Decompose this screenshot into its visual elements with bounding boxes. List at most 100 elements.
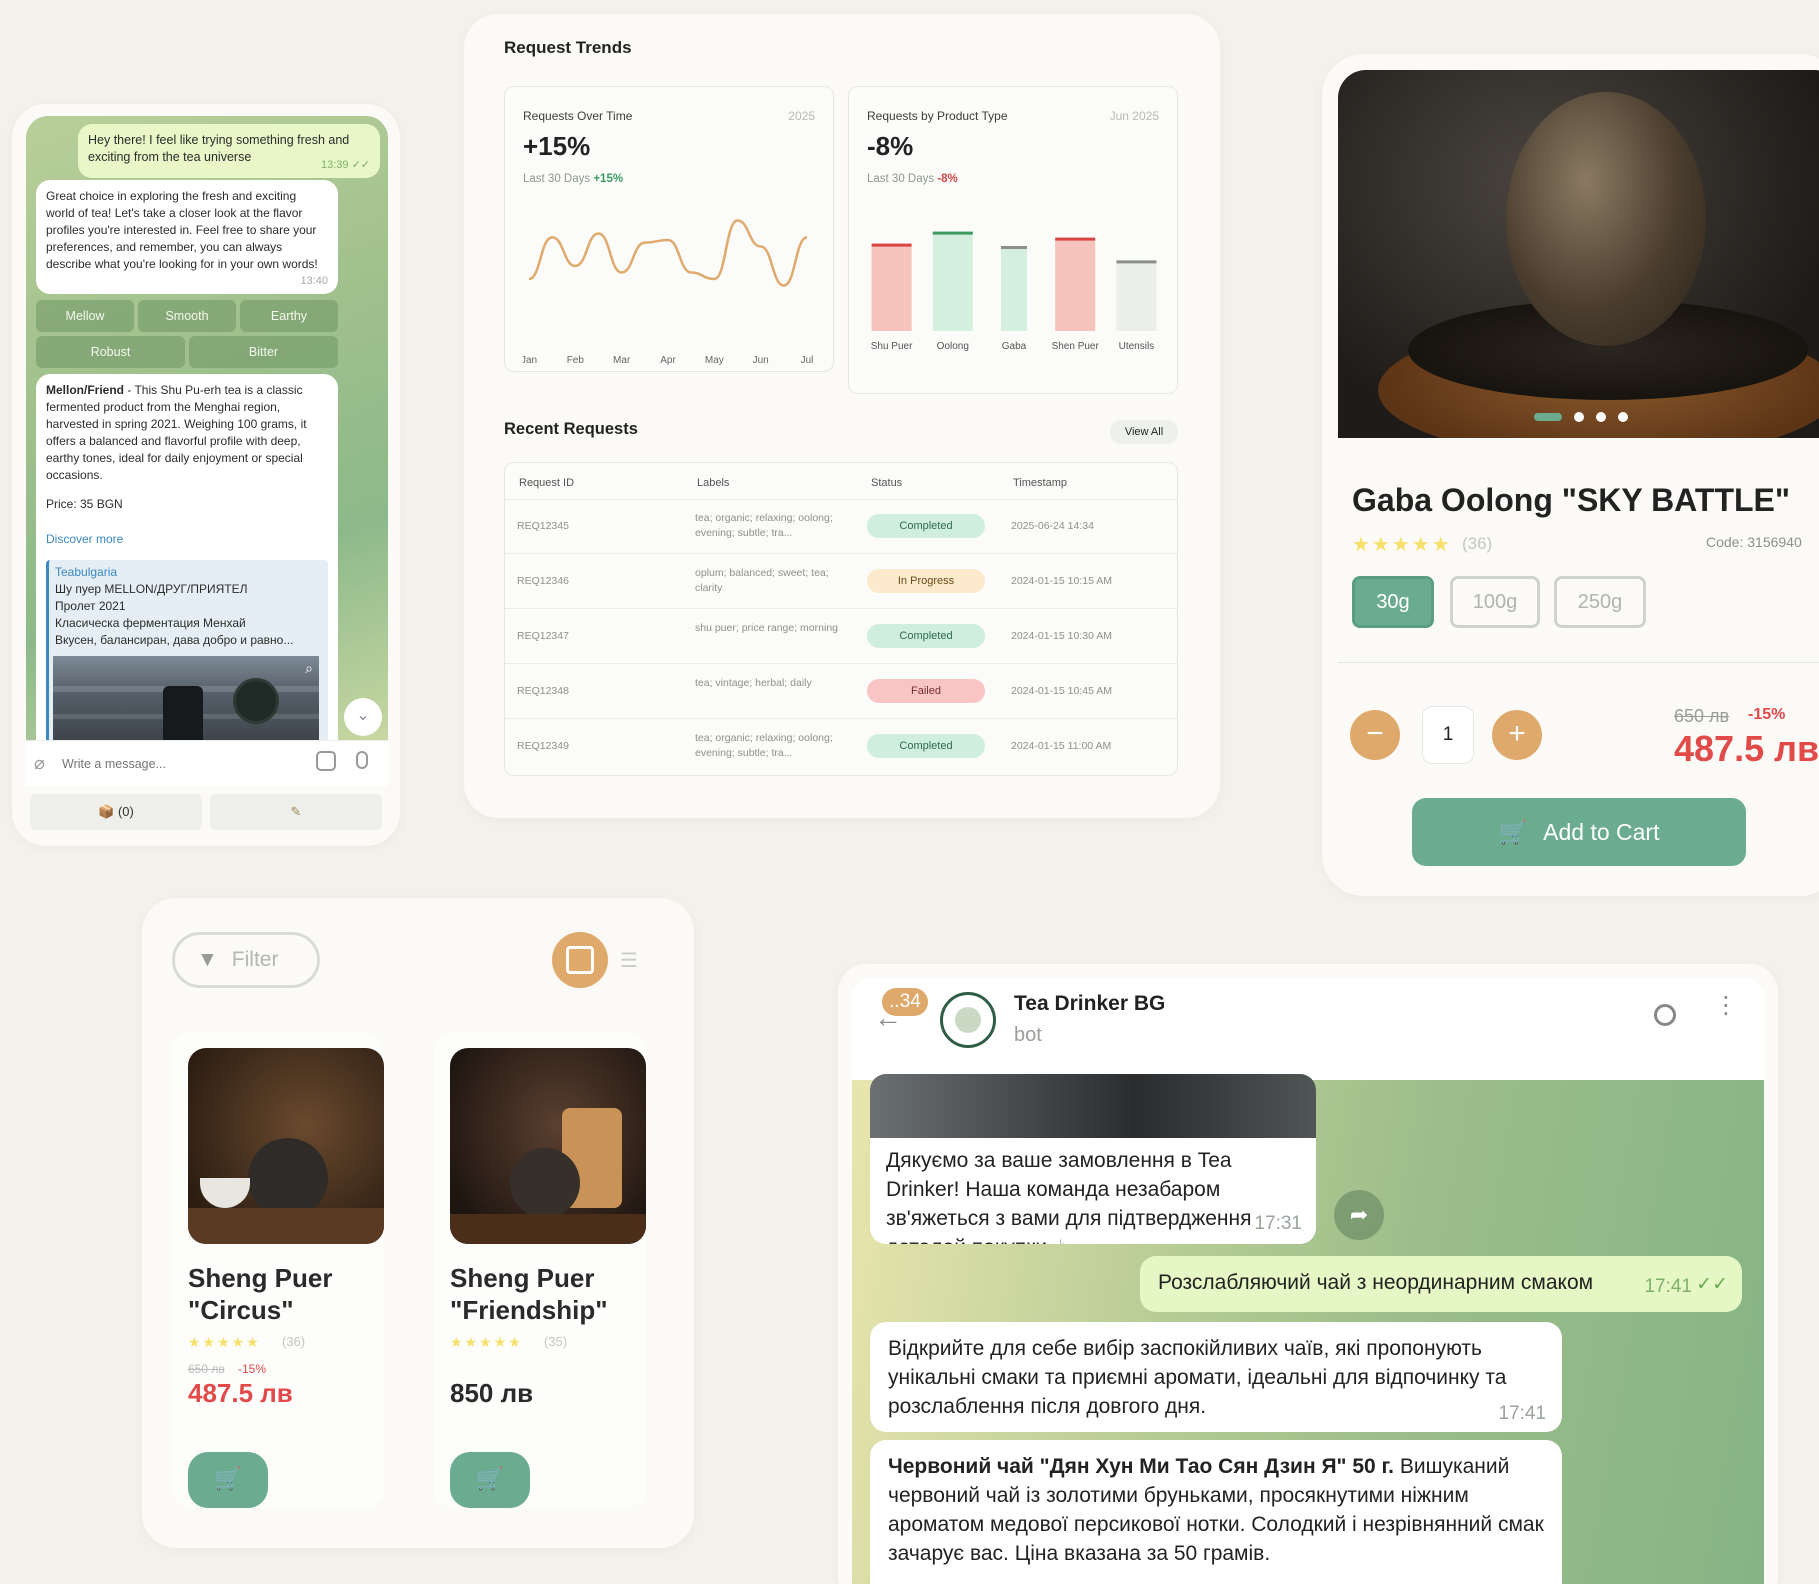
status-badge: Failed (867, 679, 985, 703)
table-row[interactable]: REQ12348 tea; vintage; herbal; daily Faile… (505, 664, 1177, 719)
x-tick-label: Shen Puer (1052, 341, 1100, 352)
bar (871, 244, 912, 331)
add-to-cart-button[interactable]: 🛒 Add to Cart (1412, 798, 1746, 866)
weight-option-100g[interactable]: 100g (1450, 576, 1540, 628)
add-to-cart-label: Add to Cart (1543, 819, 1660, 845)
table-row[interactable]: REQ12347 shu puer; price range; morning Co… (505, 609, 1177, 664)
forward-button[interactable]: ➦ (1334, 1190, 1384, 1240)
tea-chat-phone: Hey there! I feel like trying something … (12, 104, 400, 846)
keyboard-button-earthy[interactable]: Earthy (240, 300, 338, 332)
weight-option-30g[interactable]: 30g (1352, 576, 1434, 628)
keyboard-button-bitter[interactable]: Bitter (189, 336, 338, 368)
more-button[interactable]: ⋮ (1714, 994, 1738, 1018)
product-price: 850 лв (450, 1378, 534, 1408)
table-row[interactable]: REQ12346 oplum; balanced; sweet; tea; cla… (505, 554, 1177, 609)
zoom-icon[interactable]: ⌕ (305, 660, 313, 677)
sticker-icon[interactable] (316, 751, 336, 771)
status-badge: Completed (867, 734, 985, 758)
request-timestamp: 2024-01-15 11:00 AM (1011, 740, 1112, 752)
minus-icon: − (1366, 717, 1384, 750)
bot-message: Great choice in exploring the fresh and … (36, 180, 338, 294)
bar (1116, 261, 1157, 331)
product-price: 487.5 лв (188, 1378, 293, 1408)
request-id: REQ12348 (517, 685, 569, 697)
scroll-down-button[interactable]: ⌄ (344, 698, 382, 736)
recent-requests-title: Recent Requests (504, 420, 638, 438)
search-button[interactable] (1654, 1004, 1676, 1026)
grid-icon (566, 946, 594, 974)
chat-background: Hey there! I feel like trying something … (26, 116, 388, 740)
product-image (188, 1048, 384, 1244)
x-tick-label: Jun (753, 355, 769, 366)
add-to-cart-button[interactable]: 🛒 (188, 1452, 268, 1508)
view-all-button[interactable]: View All (1110, 420, 1178, 444)
card-title: Requests Over Time (523, 109, 633, 123)
discover-more-link[interactable]: Discover more (46, 531, 328, 548)
x-tick-label: Jul (801, 355, 814, 366)
message-time: 13:39 ✓✓ (320, 159, 370, 171)
quantity-field[interactable]: 1 (1422, 706, 1474, 764)
product-description: Mellon/Friend - This Shu Pu-erh tea is a… (46, 382, 328, 484)
card-subtitle: Last 30 Days +15% (523, 173, 624, 185)
x-tick-label: Jan (523, 355, 537, 366)
card-big-value: +15% (523, 131, 591, 161)
bar-cap (932, 231, 973, 235)
request-timestamp: 2024-01-15 10:15 AM (1011, 575, 1112, 587)
keyboard-button-robust[interactable]: Robust (36, 336, 185, 368)
grid-view-button[interactable] (552, 932, 608, 988)
link-preview[interactable]: Teabulgaria Шу пуер MELLON/ДРУГ/ПРИЯТЕЛ … (46, 560, 328, 740)
microphone-icon[interactable] (356, 751, 368, 769)
bar-cap (871, 243, 912, 247)
product-image (1338, 70, 1819, 438)
list-icon: ☰ (620, 950, 638, 972)
filter-button[interactable]: ▼ Filter (172, 932, 320, 988)
x-tick-label: Utensils (1119, 341, 1155, 352)
increase-quantity-button[interactable]: + (1492, 710, 1542, 760)
discount-badge: -15% (1748, 706, 1786, 723)
plus-icon: + (1508, 717, 1526, 750)
attach-icon[interactable]: ⌀ (34, 753, 45, 774)
weight-option-250g[interactable]: 250g (1554, 576, 1646, 628)
preview-line: Класическа ферментация Менхай (55, 616, 246, 630)
keyboard-button-mellow[interactable]: Mellow (36, 300, 134, 332)
product-message: Mellon/Friend - This Shu Pu-erh tea is a… (36, 374, 338, 740)
rating-stars: ★★★★★ (450, 1334, 523, 1350)
kebab-menu-icon: ⋮ (1714, 992, 1738, 1019)
edit-menu-button[interactable]: ✎ (210, 794, 382, 830)
product-image (450, 1048, 646, 1244)
bar-chart: Shu Puer Oolong Gaba Shen Puer Utensils (871, 231, 1157, 352)
product-card[interactable]: Sheng Puer "Friendship" ★★★★★ (35) 850 лв… (434, 1032, 646, 1508)
cart-icon: 🛒 (214, 1466, 242, 1491)
table-row[interactable]: REQ12349 tea; organic; relaxing; oolong; … (505, 719, 1177, 774)
divider (1338, 662, 1819, 663)
status-badge: In Progress (867, 569, 985, 593)
requests-table: Request ID Labels Status Timestamp REQ12… (504, 462, 1178, 776)
card-period: Jun 2025 (1109, 109, 1159, 123)
list-view-button[interactable]: ☰ (620, 948, 638, 973)
bar (1055, 238, 1096, 331)
cart-menu-button[interactable]: 📦 (0) (30, 794, 202, 830)
bot-avatar[interactable] (940, 992, 996, 1048)
column-header: Request ID (519, 477, 575, 489)
decrease-quantity-button[interactable]: − (1350, 710, 1400, 760)
request-id: REQ12346 (517, 575, 569, 587)
message-input[interactable] (62, 751, 298, 777)
catalog-phone: ▼ Filter ☰ Sheng Puer "Circus" ★★★★★ (36) … (142, 898, 694, 1548)
column-header: Status (871, 477, 903, 489)
product-card[interactable]: Sheng Puer "Circus" ★★★★★ (36) 650 лв -15… (172, 1032, 384, 1508)
filter-label: Filter (231, 948, 279, 971)
preview-image: ⌕ (53, 656, 319, 740)
preview-site: Teabulgaria (55, 565, 118, 579)
bot-message: Відкрийте для себе вибір заспокійливих ч… (870, 1322, 1562, 1432)
product-name: Sheng Puer "Circus" (188, 1263, 333, 1325)
table-row[interactable]: REQ12345 tea; organic; relaxing; oolong; … (505, 499, 1177, 554)
request-labels: oplum; balanced; sweet; tea; clarity (695, 567, 829, 594)
bot-message: Дякуємо за ваше замовлення в Tea Drinker… (870, 1074, 1316, 1244)
message-time: 17:41 (1498, 1403, 1546, 1424)
add-to-cart-button[interactable]: 🛒 (450, 1452, 530, 1508)
keyboard-button-smooth[interactable]: Smooth (138, 300, 236, 332)
product-title: Mellon/Friend (46, 383, 124, 397)
carousel-dots[interactable] (1534, 410, 1654, 424)
rating-count: (35) (544, 1334, 568, 1349)
column-header: Timestamp (1013, 477, 1067, 489)
